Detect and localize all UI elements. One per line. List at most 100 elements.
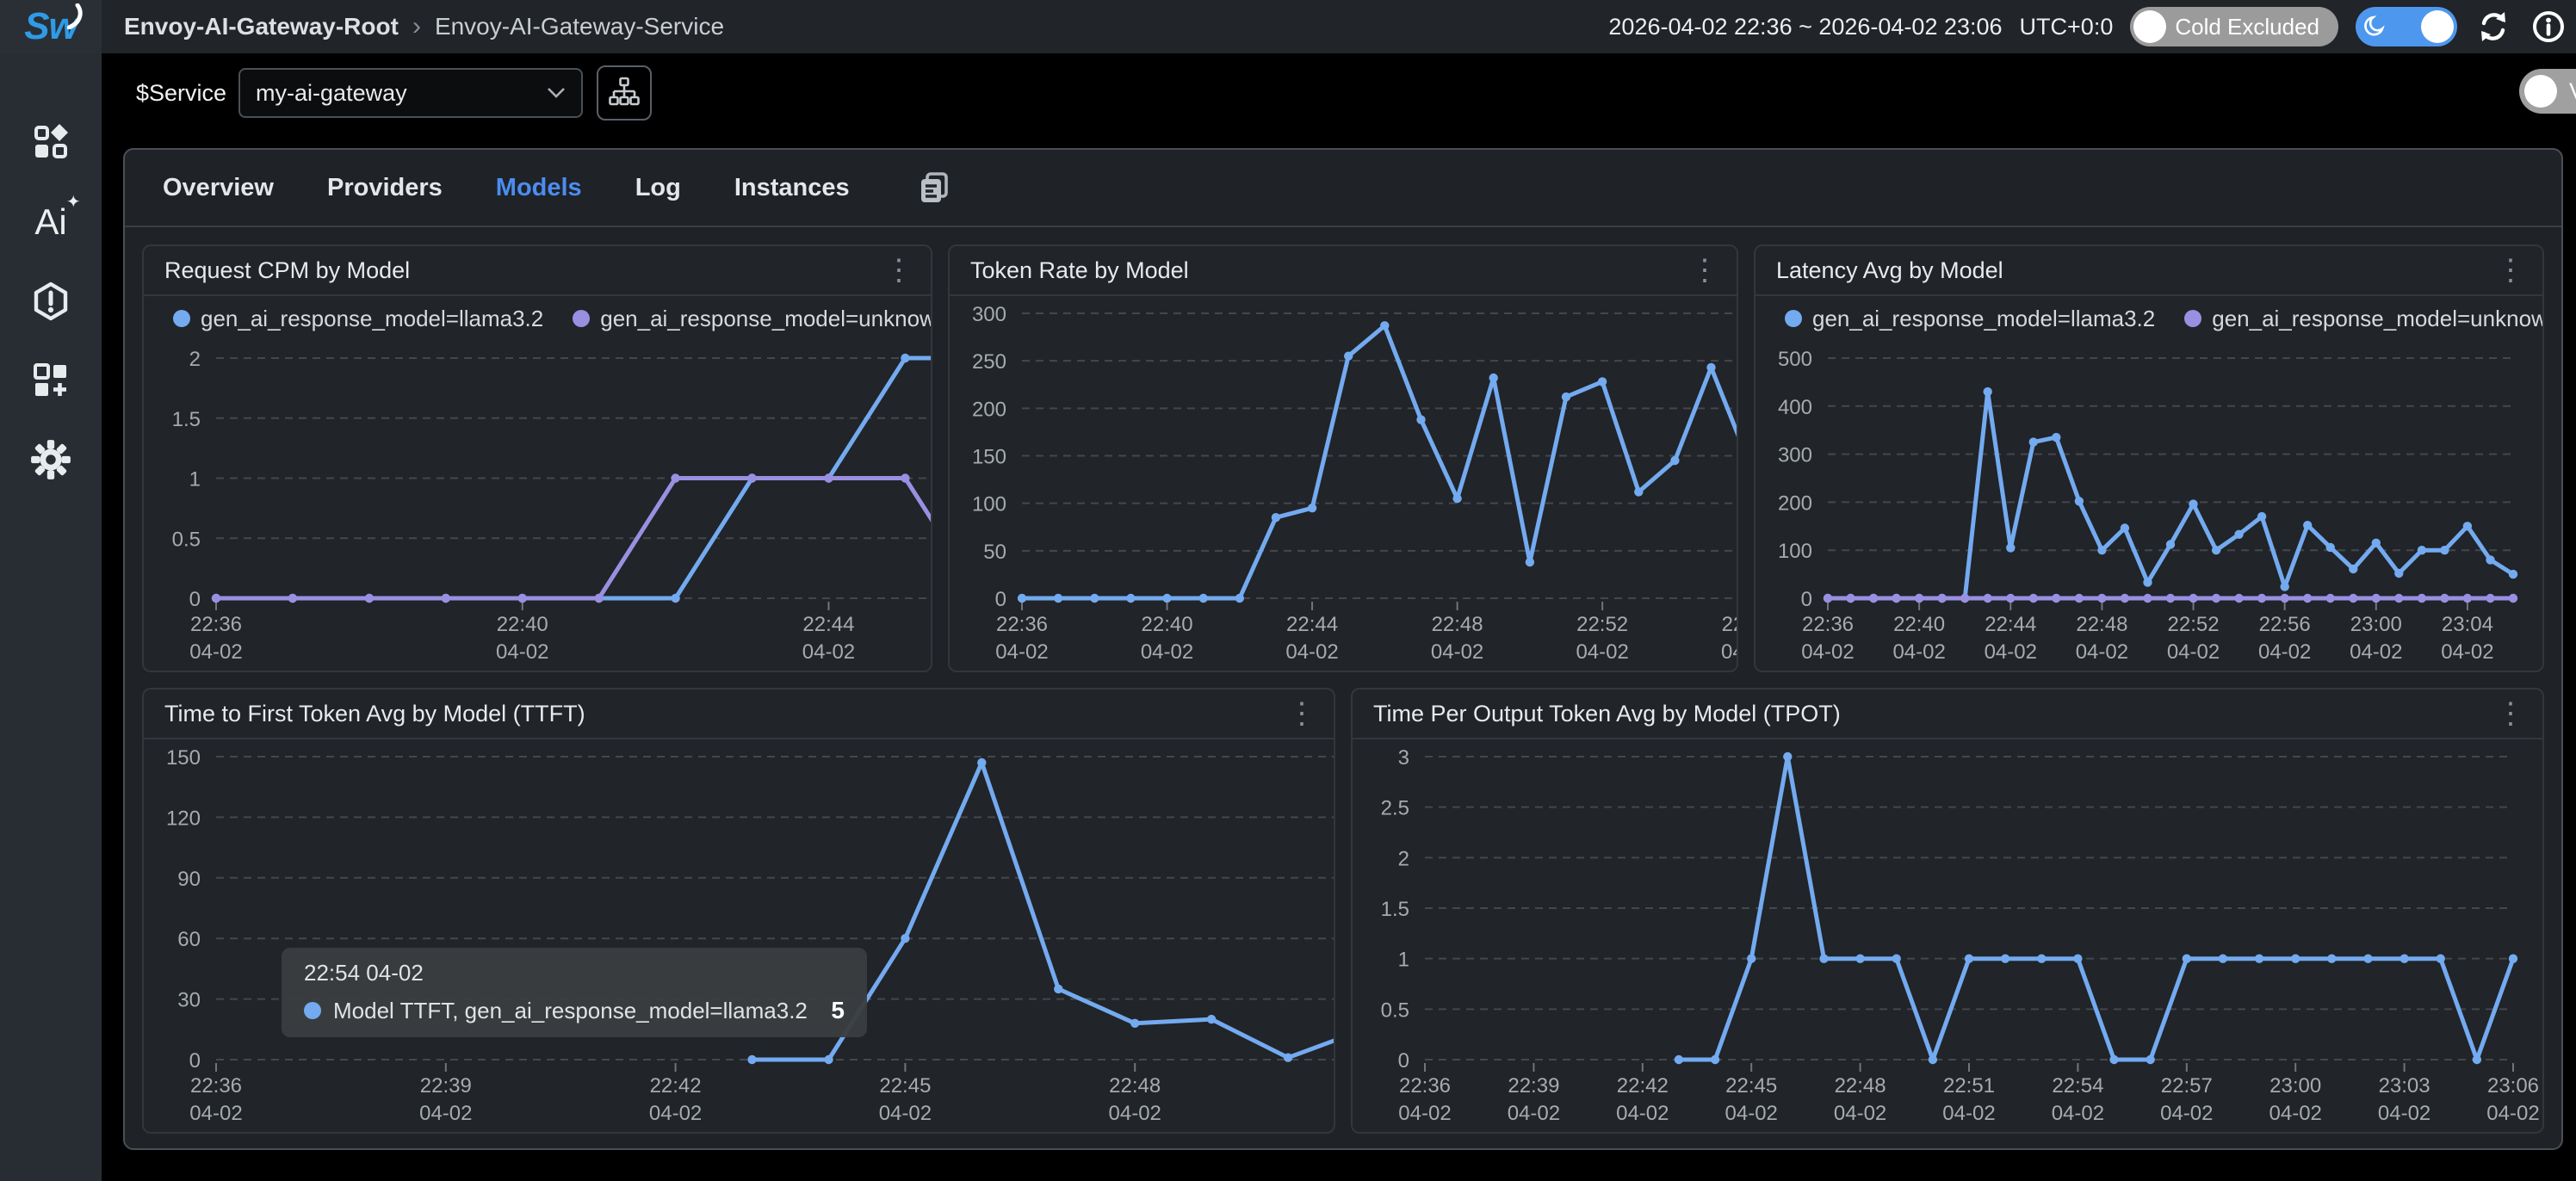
top-bar: Sw Envoy-AI-Gateway-Root › Envoy-AI-Gate… (0, 0, 2576, 53)
tab-providers[interactable]: Providers (327, 174, 443, 202)
topology-button[interactable] (597, 65, 652, 121)
svg-text:22:40: 22:40 (1893, 613, 1945, 636)
duplicate-dashboard-icon[interactable] (915, 169, 953, 207)
chart-canvas[interactable]: 05010015020025030022:3604-0222:4004-0222… (950, 296, 1738, 672)
svg-text:04-02: 04-02 (1398, 1102, 1451, 1125)
svg-text:22:36: 22:36 (996, 613, 1048, 636)
svg-text:100: 100 (1778, 540, 1812, 563)
tab-models[interactable]: Models (496, 174, 582, 202)
legend-item[interactable]: gen_ai_response_model=unknown (573, 306, 932, 332)
chart-tooltip: 22:54 04-02Model TTFT, gen_ai_response_m… (282, 948, 867, 1037)
svg-text:04-02: 04-02 (2269, 1102, 2322, 1125)
svg-text:04-02: 04-02 (1431, 640, 1483, 664)
svg-text:0.5: 0.5 (1381, 999, 1409, 1022)
svg-text:250: 250 (972, 350, 1006, 374)
svg-text:22:56: 22:56 (1722, 613, 1738, 636)
svg-text:22:57: 22:57 (2161, 1074, 2213, 1098)
kebab-menu-icon[interactable]: ⋮ (1287, 699, 1316, 728)
svg-text:22:44: 22:44 (802, 613, 854, 636)
logo-swoosh-icon (67, 3, 86, 29)
chart-title: Time to First Token Avg by Model (TTFT) (164, 701, 585, 727)
svg-text:0: 0 (1801, 588, 1812, 611)
legend-label: gen_ai_response_model=unknown (600, 306, 932, 332)
alert-hexagon-icon (30, 281, 71, 322)
timezone[interactable]: UTC+0:0 (2020, 14, 2114, 40)
chart-title: Time Per Output Token Avg by Model (TPOT… (1373, 701, 1841, 727)
chart-card-header: Latency Avg by Model⋮ (1756, 246, 2542, 296)
chart-card: Request CPM by Model ⋮ gen_ai_response_mod… (142, 244, 932, 672)
svg-text:04-02: 04-02 (419, 1102, 472, 1125)
svg-text:120: 120 (166, 807, 201, 830)
service-select[interactable]: my-ai-gateway (238, 68, 583, 118)
info-icon[interactable] (2530, 8, 2567, 46)
svg-text:04-02: 04-02 (2160, 1102, 2213, 1125)
toggle-knob (2133, 10, 2166, 43)
kebab-menu-icon[interactable]: ⋮ (2496, 256, 2525, 285)
breadcrumb: Envoy-AI-Gateway-Root › Envoy-AI-Gateway… (102, 12, 1608, 41)
svg-text:22:36: 22:36 (190, 613, 242, 636)
legend-item[interactable]: gen_ai_response_model=llama3.2 (1785, 306, 2155, 332)
ai-icon: Ai ✦ (34, 201, 66, 243)
legend-item[interactable]: gen_ai_response_model=unknown (2184, 306, 2544, 332)
svg-text:3: 3 (1398, 746, 1409, 770)
svg-text:0: 0 (995, 588, 1006, 611)
svg-text:04-02: 04-02 (995, 640, 1048, 664)
svg-text:22:56: 22:56 (2259, 613, 2311, 636)
time-range[interactable]: 2026-04-02 22:36 ~ 2026-04-02 23:06 (1608, 14, 2002, 40)
sidebar-item-ai-assistant[interactable]: Ai ✦ (0, 182, 102, 262)
chart-card-header: Request CPM by Model ⋮ (144, 246, 931, 296)
legend-item[interactable]: gen_ai_response_model=llama3.2 (173, 306, 543, 332)
toggle-knob (2421, 10, 2454, 43)
chart-title: Request CPM by Model (164, 257, 410, 284)
svg-text:22:42: 22:42 (650, 1074, 702, 1098)
svg-text:2: 2 (1398, 847, 1409, 870)
tab-log[interactable]: Log (635, 174, 681, 202)
svg-text:04-02: 04-02 (1721, 640, 1738, 664)
chart-card: Time to First Token Avg by Model (TTFT) ⋮… (142, 688, 1335, 1134)
chart-legend: gen_ai_response_model=llama3.2 gen_ai_res… (1756, 296, 2542, 341)
svg-text:2.5: 2.5 (1381, 797, 1409, 820)
svg-text:100: 100 (972, 493, 1006, 516)
chart-canvas[interactable]: 010020030040050022:3604-0222:4004-0222:4… (1756, 341, 2539, 672)
svg-text:22:52: 22:52 (2168, 613, 2220, 636)
kebab-menu-icon[interactable]: ⋮ (1690, 256, 1719, 285)
sidebar-item-dashboards[interactable] (0, 103, 102, 182)
kebab-menu-icon[interactable]: ⋮ (2496, 699, 2525, 728)
dashboard-icon (30, 122, 71, 164)
tab-instances[interactable]: Instances (734, 174, 850, 202)
svg-text:22:45: 22:45 (1725, 1074, 1777, 1098)
svg-text:22:40: 22:40 (497, 613, 548, 636)
app-logo[interactable]: Sw (0, 0, 102, 53)
kebab-menu-icon[interactable]: ⋮ (884, 256, 913, 285)
sidebar-item-alerting[interactable] (0, 262, 102, 341)
chart-title: Token Rate by Model (970, 257, 1189, 284)
svg-text:90: 90 (177, 868, 201, 891)
chart-canvas[interactable]: 030609012015022:3604-0222:3904-0222:4204… (144, 739, 1335, 1134)
svg-text:22:44: 22:44 (1286, 613, 1338, 636)
sidebar-item-settings[interactable] (0, 420, 102, 499)
chart-legend: gen_ai_response_model=llama3.2 gen_ai_res… (144, 296, 931, 341)
svg-text:300: 300 (1778, 444, 1812, 467)
svg-text:04-02: 04-02 (2052, 1102, 2104, 1125)
dark-mode-toggle[interactable] (2356, 7, 2457, 46)
refresh-icon[interactable] (2474, 8, 2512, 46)
svg-text:04-02: 04-02 (2258, 640, 2311, 664)
chart-canvas[interactable]: 00.511.5222:3604-0222:4004-0222:4404-022… (144, 341, 932, 672)
breadcrumb-current[interactable]: Envoy-AI-Gateway-Service (435, 13, 724, 40)
svg-text:60: 60 (177, 928, 201, 951)
sidebar-item-widgets[interactable] (0, 341, 102, 420)
svg-text:200: 200 (1778, 492, 1812, 515)
sparkle-icon: ✦ (66, 191, 81, 213)
topology-icon (607, 76, 641, 110)
collapse-toggle[interactable]: V (2519, 69, 2576, 114)
moon-icon (2359, 12, 2388, 41)
tooltip-series-dot-icon (304, 1002, 321, 1019)
legend-dot-icon (573, 310, 590, 327)
breadcrumb-root[interactable]: Envoy-AI-Gateway-Root (124, 13, 399, 40)
tab-overview[interactable]: Overview (163, 174, 274, 202)
cold-excluded-toggle[interactable]: Cold Excluded (2130, 7, 2338, 46)
svg-text:04-02: 04-02 (2441, 640, 2493, 664)
chart-canvas[interactable]: 00.511.522.5322:3604-0222:3904-0222:4204… (1353, 739, 2539, 1134)
service-label: $Service (136, 80, 226, 107)
chart-card: Latency Avg by Model⋮gen_ai_response_mod… (1754, 244, 2544, 672)
